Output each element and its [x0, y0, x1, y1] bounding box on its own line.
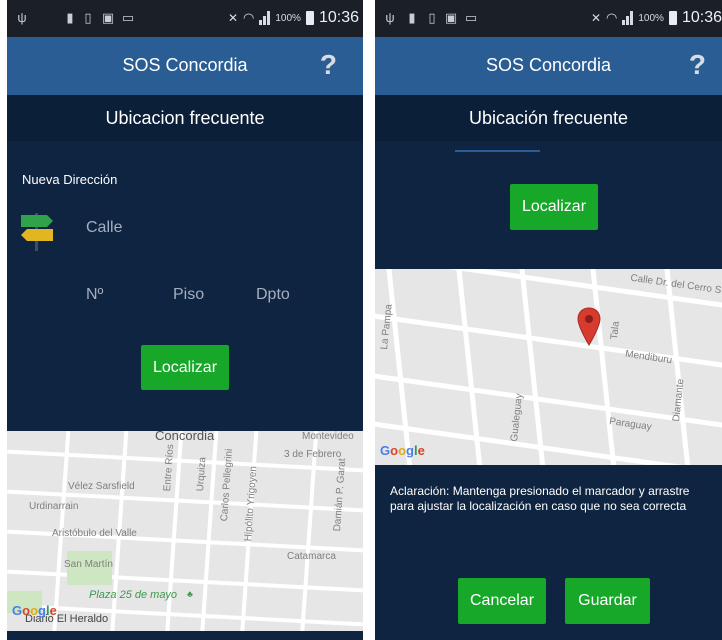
field-underline — [455, 150, 540, 152]
map-street-label: 3 de Febrero — [284, 449, 342, 460]
signal-icon — [622, 11, 634, 25]
help-button[interactable]: ? — [320, 49, 337, 81]
map-place-label: Plaza 25 de mayo — [89, 589, 178, 601]
street-sign-icon — [19, 211, 55, 253]
map-street-label: La Pampa — [379, 303, 395, 351]
app-bar: SOS Concordia ? — [375, 37, 722, 95]
app-title: SOS Concordia — [122, 55, 248, 75]
battery-percent: 100% — [638, 12, 664, 24]
google-logo: Google — [380, 443, 425, 458]
map-street-label: Entre Ríos — [162, 443, 177, 492]
screenshot-icon: ▯ — [84, 10, 92, 25]
status-bar: ψ ▮ ▯ ▣ ▭ ✕ ◠ 100% 10:36 — [7, 0, 363, 37]
page-title: Ubicacion frecuente — [7, 95, 363, 141]
map-street-label: Urquiza — [195, 456, 209, 492]
app-bar: SOS Concordia ? — [7, 37, 363, 95]
screenshot-icon: ▯ — [428, 10, 436, 25]
cancel-button[interactable]: Cancelar — [458, 578, 546, 624]
wifi-icon: ◠ — [606, 10, 618, 25]
map-street-label: Gualeguay — [509, 392, 525, 443]
status-time: 10:36 — [318, 9, 359, 26]
apartment-field[interactable]: Dpto — [256, 286, 290, 304]
map-street-label: San Martín — [64, 559, 113, 570]
map-street-label: Paraguay — [608, 416, 653, 433]
usb-icon: ψ — [385, 10, 395, 25]
mute-icon: ✕ — [590, 11, 602, 25]
map-marker-icon[interactable] — [577, 307, 601, 347]
voicemail-icon: ▭ — [121, 10, 135, 25]
sim-icon: ▮ — [66, 10, 74, 25]
map-street-label: Mendiburu — [624, 348, 673, 367]
google-logo: Google — [12, 603, 57, 618]
wifi-icon: ◠ — [243, 10, 255, 25]
floor-field[interactable]: Piso — [173, 286, 204, 304]
left-phone-screen: ψ ▮ ▯ ▣ ▭ ✕ ◠ 100% 10:36 SOS Concordia ?… — [7, 0, 363, 640]
locate-button[interactable]: Localizar — [141, 345, 229, 390]
usb-icon: ψ — [17, 10, 27, 25]
place-pin-icon: ♣ — [187, 589, 193, 599]
battery-icon — [305, 11, 314, 25]
locate-button[interactable]: Localizar — [510, 184, 598, 230]
section-label: Nueva Dirección — [22, 172, 118, 187]
map-street-label: Montevideo — [302, 431, 354, 442]
help-button[interactable]: ? — [689, 49, 706, 81]
app-title: SOS Concordia — [485, 55, 612, 75]
voicemail-icon: ▭ — [464, 10, 478, 25]
save-button[interactable]: Guardar — [565, 578, 650, 624]
map-street-label: Carlos Pellegrini — [219, 448, 236, 522]
mute-icon: ✕ — [227, 11, 239, 25]
map-street-label: Tala — [609, 320, 622, 341]
status-time: 10:36 — [681, 9, 722, 26]
street-field[interactable]: Calle — [86, 219, 122, 237]
number-field[interactable]: Nº — [86, 286, 103, 304]
map-view[interactable]: Calle Dr. del Cerro S La Pampa Tala Mend… — [375, 269, 722, 465]
map-city-label: Concordia — [155, 431, 215, 443]
battery-icon — [668, 11, 677, 25]
right-phone-screen: ψ ▮ ▯ ▣ ▭ ✕ ◠ 100% 10:36 SOS Concordia ?… — [375, 0, 722, 640]
map-street-label: Urdinarrain — [29, 501, 79, 512]
map-street-label: Catamarca — [287, 551, 336, 562]
signal-icon — [259, 11, 271, 25]
map-street-label: Aristóbulo del Valle — [52, 528, 137, 539]
gallery-icon: ▣ — [101, 10, 115, 25]
page-title: Ubicación frecuente — [375, 95, 722, 141]
status-bar: ψ ▮ ▯ ▣ ▭ ✕ ◠ 100% 10:36 — [375, 0, 722, 37]
battery-percent: 100% — [275, 12, 301, 24]
map-view[interactable]: Concordia Montevideo 3 de Febrero Vélez … — [7, 431, 363, 631]
map-street-label: Vélez Sarsfield — [68, 481, 135, 492]
gallery-icon: ▣ — [444, 10, 458, 25]
sim-icon: ▮ — [408, 10, 416, 25]
info-note: Aclaración: Mantenga presionado el marca… — [390, 484, 690, 513]
